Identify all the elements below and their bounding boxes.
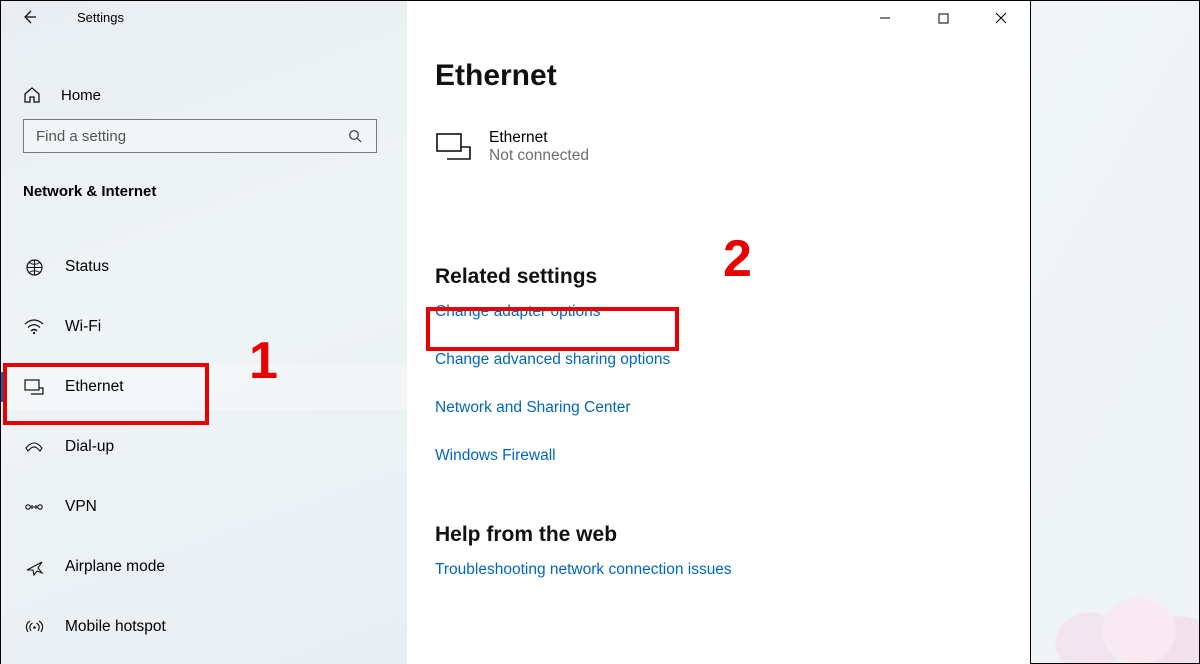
settings-window: Settings Home Network & Internet — [1, 1, 1031, 664]
sidebar-item-label: Wi-Fi — [65, 318, 101, 336]
sidebar-item-status[interactable]: Status — [1, 244, 407, 290]
vpn-icon — [23, 500, 45, 514]
related-settings-heading: Related settings — [435, 265, 1002, 289]
sidebar-item-hotspot[interactable]: Mobile hotspot — [1, 604, 407, 650]
close-button[interactable] — [972, 1, 1030, 35]
home-label: Home — [61, 87, 101, 104]
maximize-button[interactable] — [914, 1, 972, 35]
link-troubleshooting[interactable]: Troubleshooting network connection issue… — [435, 561, 1002, 579]
sidebar-item-dialup[interactable]: Dial-up — [1, 424, 407, 470]
sidebar-item-label: Ethernet — [65, 378, 124, 396]
link-advanced-sharing[interactable]: Change advanced sharing options — [435, 351, 1002, 369]
search-box[interactable] — [23, 119, 377, 153]
main-pane: Ethernet Ethernet Not connected Related … — [407, 1, 1030, 664]
search-input[interactable] — [34, 127, 348, 146]
link-network-sharing-center[interactable]: Network and Sharing Center — [435, 399, 1002, 417]
nav-list: Status Wi-Fi Ethernet — [1, 208, 407, 664]
help-links: Troubleshooting network connection issue… — [435, 561, 1002, 579]
titlebar: Settings — [1, 1, 407, 33]
close-icon — [995, 12, 1007, 24]
ethernet-icon — [23, 379, 45, 395]
sidebar-home[interactable]: Home — [1, 77, 407, 113]
desktop: Settings Home Network & Internet — [0, 0, 1200, 664]
ethernet-icon — [435, 132, 473, 162]
search-icon — [348, 129, 366, 144]
sidebar-item-label: Status — [65, 258, 109, 276]
globe-icon — [23, 258, 45, 277]
link-windows-firewall[interactable]: Windows Firewall — [435, 447, 1002, 465]
sidebar-item-ethernet[interactable]: Ethernet — [1, 364, 407, 410]
airplane-icon — [23, 558, 45, 577]
maximize-icon — [938, 13, 949, 24]
minimize-icon — [879, 12, 891, 24]
connection-name: Ethernet — [489, 129, 589, 147]
category-heading: Network & Internet — [1, 153, 407, 208]
connection-status: Not connected — [489, 147, 589, 165]
ethernet-status-row[interactable]: Ethernet Not connected — [435, 129, 1002, 165]
sidebar-item-vpn[interactable]: VPN — [1, 484, 407, 530]
sidebar-item-label: Dial-up — [65, 438, 114, 456]
home-icon — [23, 86, 41, 104]
sidebar-item-airplane[interactable]: Airplane mode — [1, 544, 407, 590]
search-container — [1, 113, 407, 153]
sidebar-item-label: Mobile hotspot — [65, 618, 166, 636]
page-title: Ethernet — [435, 59, 1002, 93]
link-change-adapter[interactable]: Change adapter options — [435, 303, 1002, 321]
help-heading: Help from the web — [435, 523, 1002, 547]
arrow-left-icon — [21, 9, 37, 25]
wifi-icon — [23, 319, 45, 335]
window-controls — [856, 1, 1030, 35]
ethernet-status-text: Ethernet Not connected — [489, 129, 589, 165]
dialup-icon — [23, 440, 45, 454]
wallpaper-decoration — [1029, 543, 1199, 663]
hotspot-icon — [23, 619, 45, 636]
back-icon[interactable] — [21, 9, 39, 25]
related-links: Change adapter options Change advanced s… — [435, 303, 1002, 465]
sidebar-item-label: Airplane mode — [65, 558, 165, 576]
window-title: Settings — [77, 10, 124, 25]
sidebar: Settings Home Network & Internet — [1, 1, 407, 664]
sidebar-item-wifi[interactable]: Wi-Fi — [1, 304, 407, 350]
minimize-button[interactable] — [856, 1, 914, 35]
sidebar-item-label: VPN — [65, 498, 97, 516]
